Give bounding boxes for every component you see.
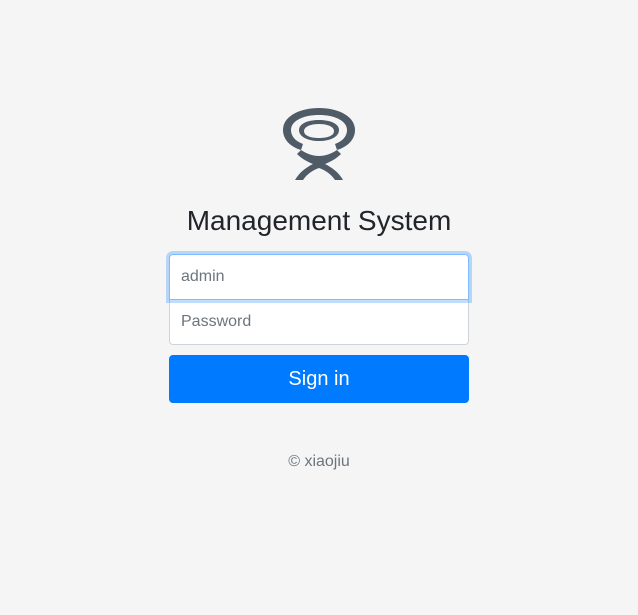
email-field[interactable]	[169, 254, 469, 300]
password-field[interactable]	[169, 299, 469, 345]
page-title: Management System	[186, 205, 452, 236]
app-logo-icon	[283, 108, 355, 180]
copyright-text: © xiaojiu	[288, 453, 350, 470]
signin-form: Management System Sign in © xiaojiu	[169, 0, 469, 472]
sign-in-button[interactable]: Sign in	[169, 355, 469, 403]
credentials-fields	[169, 254, 469, 345]
